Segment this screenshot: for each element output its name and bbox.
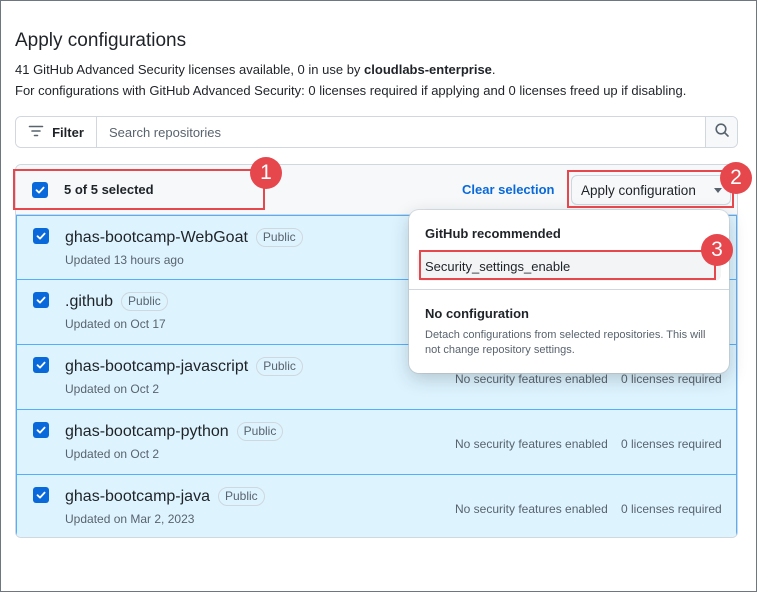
configuration-license-note: For configurations with GitHub Advanced … bbox=[15, 83, 687, 98]
no-configuration-description: Detach configurations from selected repo… bbox=[425, 329, 706, 356]
repository-search-bar: Filter bbox=[15, 116, 738, 148]
table-row[interactable]: ghas-bootcamp-python Public Updated on Oc… bbox=[16, 410, 737, 475]
row-checkbox[interactable] bbox=[33, 357, 49, 373]
repo-name-text: ghas-bootcamp-javascript bbox=[65, 357, 249, 375]
annotation-step-1: 1 bbox=[250, 157, 282, 189]
license-summary: 41 GitHub Advanced Security licenses ava… bbox=[15, 62, 496, 77]
annotation-step-2: 2 bbox=[720, 162, 752, 194]
page-title: Apply configurations bbox=[15, 30, 187, 51]
security-status: No security features enabled bbox=[455, 502, 608, 516]
repo-name-text: .github bbox=[65, 292, 114, 310]
repo-updated: Updated 13 hours ago bbox=[65, 253, 184, 267]
repo-name: ghas-bootcamp-javascript Public bbox=[65, 357, 303, 376]
annotation-box-3 bbox=[419, 250, 716, 280]
org-name: cloudlabs-enterprise bbox=[364, 62, 492, 77]
filter-label: Filter bbox=[52, 124, 84, 140]
annotation-box-1 bbox=[13, 169, 265, 210]
checkbox-checked-icon bbox=[36, 296, 46, 304]
search-repositories-input[interactable] bbox=[97, 117, 705, 147]
repo-name: .github Public bbox=[65, 292, 168, 311]
row-checkbox[interactable] bbox=[33, 422, 49, 438]
table-row[interactable]: ghas-bootcamp-java Public Updated on Mar … bbox=[16, 475, 737, 537]
visibility-badge: Public bbox=[121, 292, 168, 311]
checkbox-checked-icon bbox=[36, 491, 46, 499]
repo-name-text: ghas-bootcamp-python bbox=[65, 422, 229, 440]
apply-configuration-menu: GitHub recommended Security_settings_ena… bbox=[409, 210, 729, 373]
repo-name-text: ghas-bootcamp-WebGoat bbox=[65, 228, 248, 246]
visibility-badge: Public bbox=[255, 228, 303, 247]
repo-name-text: ghas-bootcamp-java bbox=[65, 487, 210, 505]
security-status: No security features enabled bbox=[455, 437, 608, 451]
repo-updated: Updated on Oct 2 bbox=[65, 382, 160, 396]
checkbox-checked-icon bbox=[36, 361, 46, 369]
license-requirement: 0 licenses required bbox=[621, 502, 722, 516]
repo-updated: Updated on Oct 17 bbox=[65, 317, 166, 331]
filter-icon bbox=[28, 123, 44, 142]
license-summary-text: 41 GitHub Advanced Security licenses ava… bbox=[15, 62, 365, 77]
checkbox-checked-icon bbox=[36, 232, 46, 240]
license-requirement: 0 licenses required bbox=[621, 437, 722, 451]
repo-updated: Updated on Oct 2 bbox=[65, 447, 160, 461]
repo-name: ghas-bootcamp-java Public bbox=[65, 487, 265, 506]
repo-updated: Updated on Mar 2, 2023 bbox=[65, 512, 195, 526]
filter-button[interactable]: Filter bbox=[16, 117, 97, 147]
repo-name: ghas-bootcamp-WebGoat Public bbox=[65, 228, 303, 247]
visibility-badge: Public bbox=[217, 487, 265, 506]
clear-selection-link[interactable]: Clear selection bbox=[462, 182, 555, 197]
menu-group-header: GitHub recommended bbox=[425, 226, 561, 241]
repo-name: ghas-bootcamp-python Public bbox=[65, 422, 284, 441]
annotation-step-3: 3 bbox=[701, 234, 733, 266]
checkbox-checked-icon bbox=[36, 426, 46, 434]
visibility-badge: Public bbox=[256, 357, 303, 376]
annotation-box-2 bbox=[567, 170, 734, 208]
license-summary-end: . bbox=[491, 62, 496, 77]
row-checkbox[interactable] bbox=[33, 487, 49, 503]
row-checkbox[interactable] bbox=[33, 228, 49, 244]
search-icon bbox=[714, 122, 730, 143]
visibility-badge: Public bbox=[236, 422, 284, 441]
row-checkbox[interactable] bbox=[33, 292, 49, 308]
menu-item-no-configuration[interactable]: No configuration bbox=[425, 306, 529, 321]
license-requirement: 0 licenses required bbox=[621, 372, 722, 386]
search-button[interactable] bbox=[705, 117, 737, 147]
menu-divider bbox=[409, 289, 729, 290]
security-status: No security features enabled bbox=[455, 372, 608, 386]
